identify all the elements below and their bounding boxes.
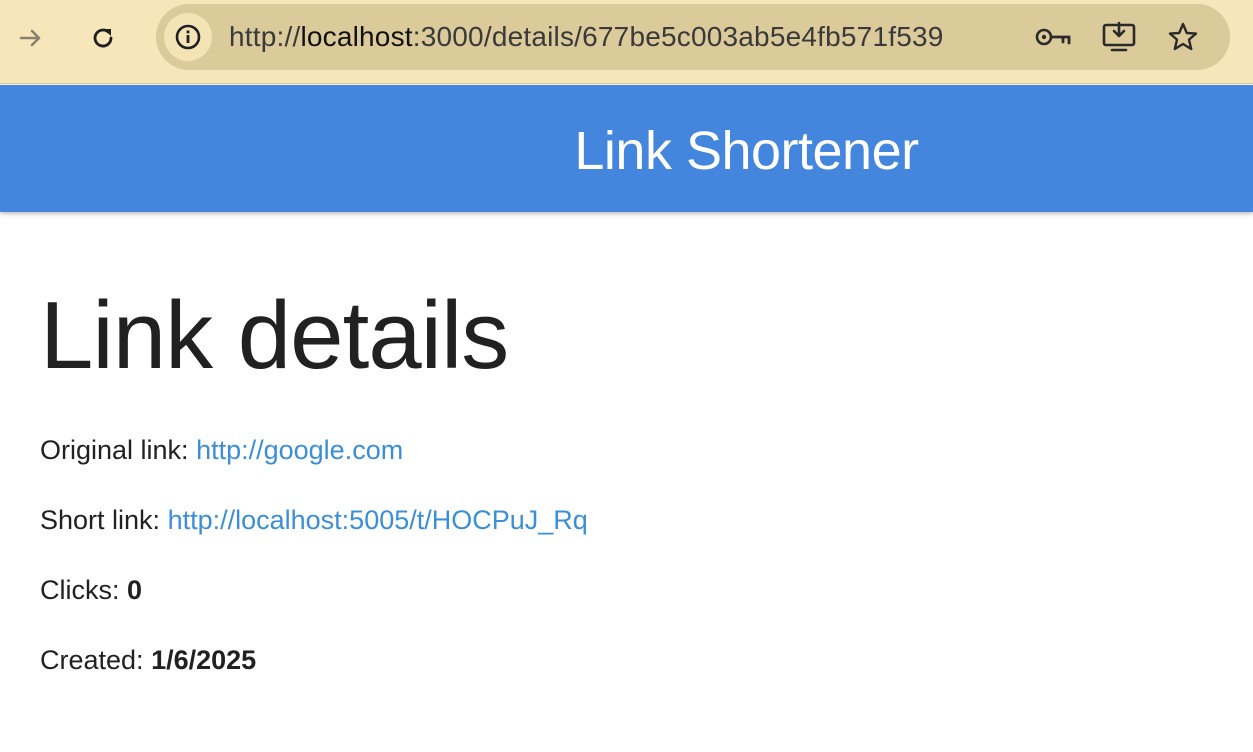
page-title: Link details bbox=[40, 282, 509, 389]
app-header: Link Shortener bbox=[0, 85, 1253, 212]
bookmark-button[interactable] bbox=[1163, 17, 1203, 57]
install-app-button[interactable] bbox=[1099, 17, 1139, 57]
star-icon bbox=[1168, 22, 1198, 51]
reload-icon bbox=[93, 28, 113, 48]
created-row: Created: 1/6/2025 bbox=[40, 644, 256, 676]
clicks-label: Clicks: bbox=[40, 575, 120, 605]
forward-button[interactable] bbox=[11, 18, 51, 58]
created-label: Created: bbox=[40, 645, 144, 675]
short-link-row: Short link: http://localhost:5005/t/HOCP… bbox=[40, 504, 588, 536]
arrow-forward-icon bbox=[19, 29, 41, 47]
original-link-row: Original link: http://google.com bbox=[40, 434, 403, 466]
address-bar[interactable]: http://localhost:3000/details/677be5c003… bbox=[156, 4, 1230, 70]
url-scheme: http:// bbox=[229, 21, 301, 52]
app-title: Link Shortener bbox=[574, 121, 919, 181]
password-key-button[interactable] bbox=[1034, 17, 1074, 57]
short-link[interactable]: http://localhost:5005/t/HOCPuJ_Rq bbox=[168, 505, 588, 535]
url-host: localhost bbox=[300, 21, 413, 52]
url-text[interactable]: http://localhost:3000/details/677be5c003… bbox=[229, 20, 944, 54]
link-details-section: Link details Original link: http://googl… bbox=[40, 280, 1210, 675]
short-link-label: Short link: bbox=[40, 505, 161, 535]
original-link-label: Original link: bbox=[40, 435, 189, 465]
url-path: :3000/details/677be5c003ab5e4fb571f539 bbox=[412, 21, 944, 52]
key-icon bbox=[1035, 28, 1071, 46]
browser-toolbar: http://localhost:3000/details/677be5c003… bbox=[0, 0, 1253, 84]
clicks-value: 0 bbox=[127, 575, 143, 605]
reload-button[interactable] bbox=[83, 18, 123, 58]
install-app-icon bbox=[1102, 21, 1136, 52]
site-info-button[interactable] bbox=[164, 13, 212, 61]
clicks-row: Clicks: 0 bbox=[40, 574, 142, 606]
info-icon bbox=[175, 24, 201, 50]
created-value: 1/6/2025 bbox=[151, 645, 257, 675]
original-link[interactable]: http://google.com bbox=[196, 435, 403, 465]
